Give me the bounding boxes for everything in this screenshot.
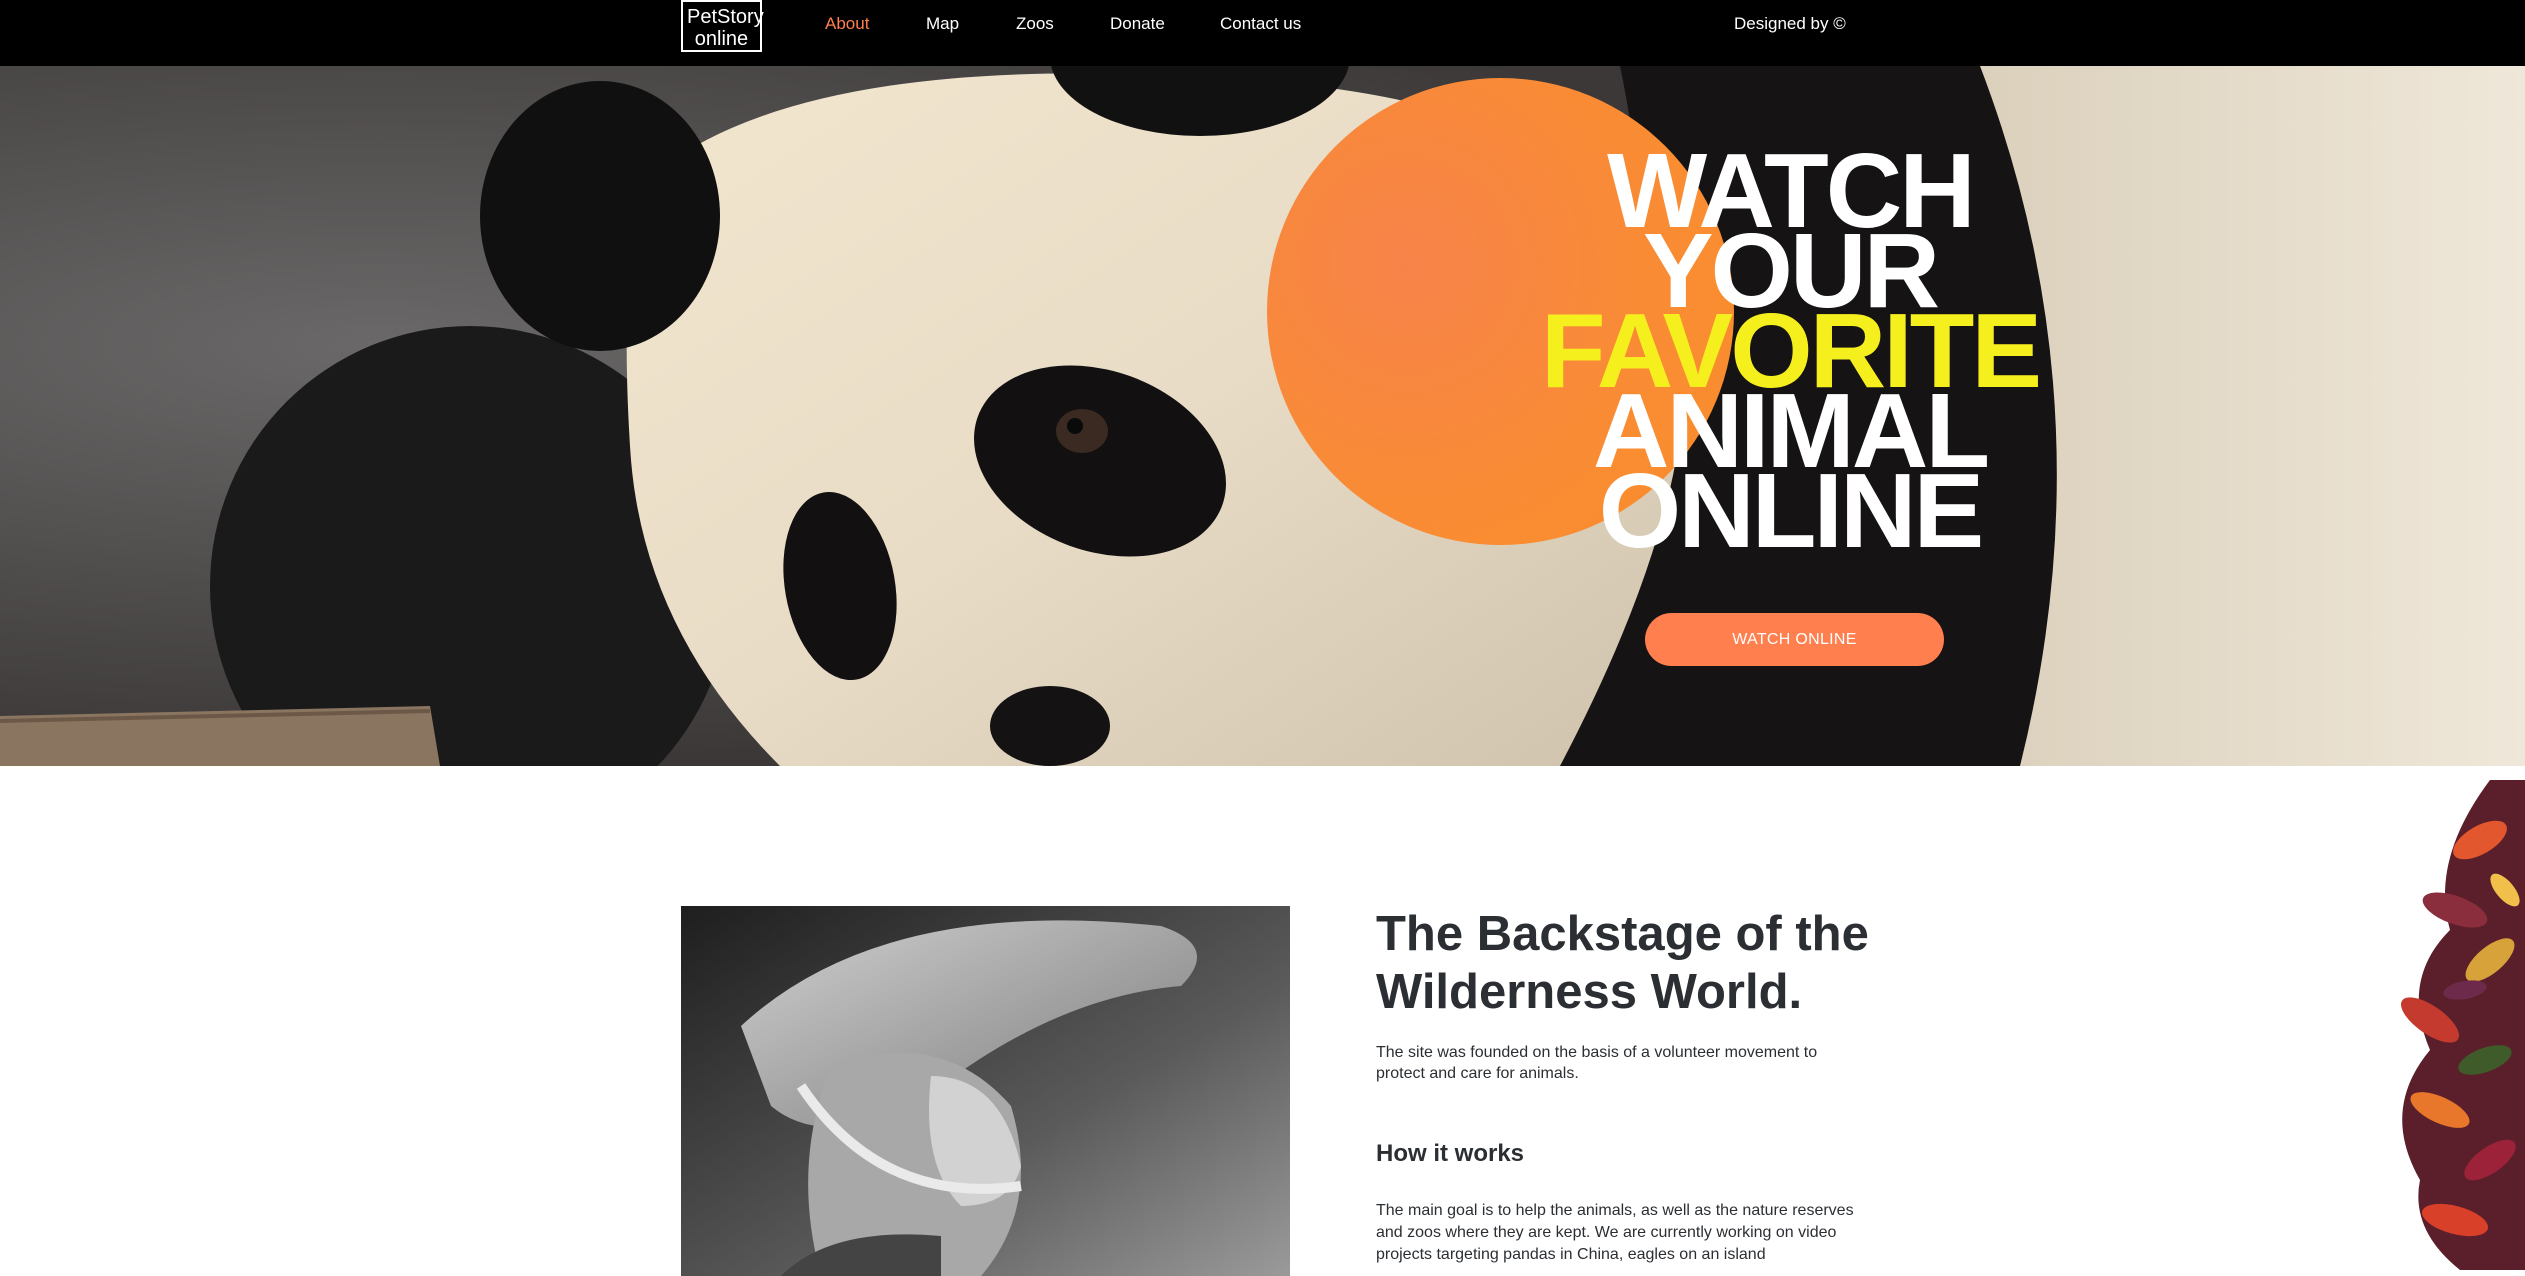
nav-item-zoos[interactable]: Zoos (1016, 14, 1054, 34)
how-it-works-heading: How it works (1376, 1140, 1525, 1167)
site-logo[interactable]: PetStory online (681, 0, 764, 52)
top-navbar: PetStory online About Map Zoos Donate Co… (0, 0, 2525, 66)
farmer-photo (681, 906, 1290, 1276)
about-intro-text: The site was founded on the basis of a v… (1376, 1044, 1818, 1082)
nav-item-about[interactable]: About (825, 14, 869, 34)
headline-line-5: ONLINE (1598, 452, 1984, 570)
logo-text-line2: online (694, 28, 749, 50)
logo-text-line1: PetStory (687, 6, 764, 28)
about-section-title: The Backstage of the Wilderness World. (1376, 907, 1869, 1019)
nav-item-contact-us[interactable]: Contact us (1220, 14, 1301, 34)
watch-online-button[interactable]: WATCH ONLINE (1645, 613, 1944, 666)
decorative-leaves (2401, 780, 2525, 1270)
nav-item-map[interactable]: Map (926, 14, 959, 34)
nav-item-donate[interactable]: Donate (1110, 14, 1165, 34)
hero-banner: WATCH YOUR FAVORITE ANIMAL ONLINE WATCH … (0, 66, 2525, 766)
designed-by-credit: Designed by © (1734, 14, 1846, 33)
hero-headline: WATCH YOUR FAVORITE ANIMAL ONLINE (1480, 138, 2100, 570)
how-it-works-text: The main goal is to help the animals, as… (1376, 1202, 1854, 1263)
panda-photo (0, 66, 2525, 766)
